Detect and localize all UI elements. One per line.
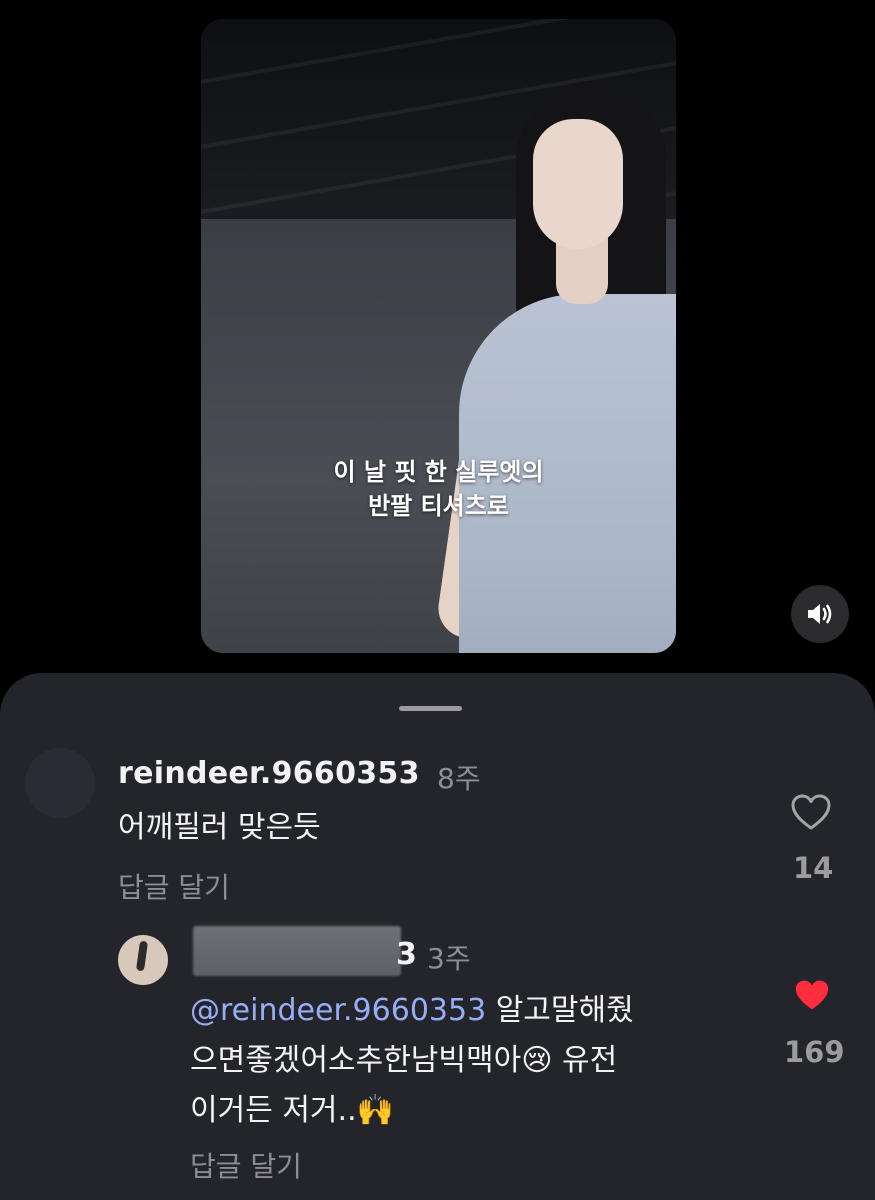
like-button[interactable] xyxy=(793,978,831,1016)
caption-line: 이 날 핏 한 실루엣의 xyxy=(333,458,544,486)
video-caption: 이 날 핏 한 실루엣의 반팔 티셔츠로 xyxy=(201,455,676,523)
comment-time: 8주 xyxy=(437,762,481,795)
comment-time: 3주 xyxy=(427,942,471,975)
like-count: 14 xyxy=(793,851,834,885)
heart-outline-icon xyxy=(791,794,831,830)
comment-text: 어깨필러 맞은듯 xyxy=(118,810,321,845)
speaker-volume-icon xyxy=(808,604,832,624)
mute-button[interactable] xyxy=(791,585,849,643)
mention-link[interactable]: @reindeer.9660353 xyxy=(190,993,486,1028)
avatar[interactable] xyxy=(25,748,95,818)
comments-sheet: reindeer.9660353 8주 어깨필러 맞은듯 답글 달기 14 3 … xyxy=(0,673,875,1200)
comment-text: @reindeer.9660353 알고말해줬 으면좋겠어소추한남빅맥아😢 유전… xyxy=(190,986,750,1136)
avatar-mark xyxy=(135,940,149,972)
redacted-username xyxy=(193,926,401,976)
sheet-drag-handle[interactable] xyxy=(399,706,462,711)
like-button[interactable] xyxy=(790,793,832,835)
reply-button[interactable]: 답글 달기 xyxy=(190,1145,302,1185)
comment-username-tail[interactable]: 3 xyxy=(396,937,417,972)
screen: 이 날 핏 한 실루엣의 반팔 티셔츠로 reindeer.9660353 8주… xyxy=(0,0,875,1200)
comment-text-part: 이거든 저거..🙌 xyxy=(190,1093,394,1128)
like-count: 169 xyxy=(784,1035,845,1069)
heart-filled-icon xyxy=(795,980,829,1010)
reply-button[interactable]: 답글 달기 xyxy=(118,866,230,906)
video-person-face xyxy=(533,119,623,249)
comment-username[interactable]: reindeer.9660353 xyxy=(118,756,420,791)
caption-line: 반팔 티셔츠로 xyxy=(368,492,509,520)
comment-text-part: 으면좋겠어소추한남빅맥아😢 유전 xyxy=(190,1043,618,1078)
avatar[interactable] xyxy=(118,935,168,985)
comment-text-part: 알고말해줬 xyxy=(486,993,634,1028)
video-player[interactable] xyxy=(201,19,676,653)
